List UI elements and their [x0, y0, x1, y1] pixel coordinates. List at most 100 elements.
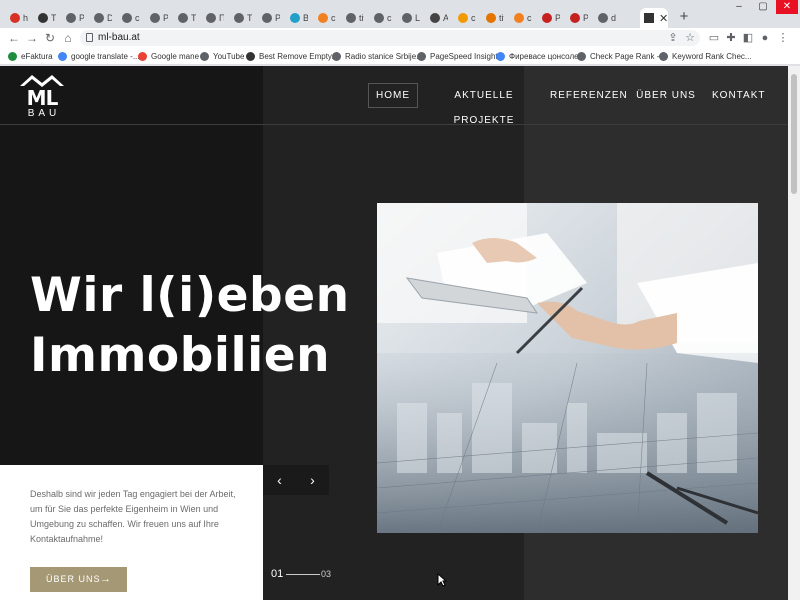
maximize-button[interactable]: ▢: [752, 0, 774, 14]
bookmark-item[interactable]: YouTube: [200, 50, 244, 63]
browser-tab[interactable]: de: [594, 8, 616, 28]
new-tab-button[interactable]: +: [676, 8, 692, 26]
intro-text: Deshalb sind wir jeden Tag engagiert bei…: [30, 489, 236, 544]
browser-tab-title: Pc: [275, 13, 280, 23]
browser-tab-title: cF: [387, 13, 392, 23]
browser-tab[interactable]: Pl: [566, 8, 588, 28]
bookmark-label: Radio stanice Srbije...: [345, 52, 423, 61]
bookmark-item[interactable]: Google mane: [138, 50, 199, 63]
browser-tab-title: TL: [247, 13, 252, 23]
browser-tab-title: Pi: [163, 13, 168, 23]
browser-tab[interactable]: Pi: [146, 8, 168, 28]
globe-icon: [66, 13, 76, 23]
scrollbar-thumb[interactable]: [791, 74, 797, 194]
browser-tab[interactable]: cF: [118, 8, 140, 28]
browser-tab[interactable]: cF: [510, 8, 532, 28]
globe-icon: [332, 52, 341, 61]
browser-tab[interactable]: Pc: [258, 8, 280, 28]
cloudflare-icon: [318, 13, 328, 23]
browser-tab[interactable]: Be: [286, 8, 308, 28]
globe-icon: [234, 13, 244, 23]
bookmark-item[interactable]: google translate -...: [58, 50, 139, 63]
slider-controls: ‹ ›: [263, 465, 329, 495]
address-bar[interactable]: ml-bau.at ⇪ ☆: [80, 30, 700, 46]
nav-home[interactable]: HOME: [368, 83, 418, 108]
nav-aktuelle-projekte[interactable]: AKTUELLE PROJEKTE: [430, 83, 538, 126]
browser-tab-title: Pl: [583, 13, 588, 23]
browser-tab-title: Tr: [51, 13, 56, 23]
browser-tab[interactable]: Tr: [34, 8, 56, 28]
extensions-icon[interactable]: ✚: [724, 31, 738, 45]
mouse-cursor-icon: [437, 573, 447, 587]
globe-icon: [150, 13, 160, 23]
browser-tab[interactable]: cF: [314, 8, 336, 28]
nav-kontakt[interactable]: KONTAKT: [712, 83, 764, 108]
bookmark-item[interactable]: Radio stanice Srbije...: [332, 50, 423, 63]
bookmark-item[interactable]: Фиревасе цонсоле: [496, 50, 579, 63]
share-icon[interactable]: ⇪: [666, 31, 680, 45]
slide-total: 03: [321, 569, 332, 579]
nav-referenzen[interactable]: REFERENZEN: [550, 83, 627, 108]
bookmarks-bar: eFaktura google translate -... Google mane…: [0, 48, 800, 65]
browser-tab[interactable]: tit: [342, 8, 364, 28]
close-tab-icon[interactable]: ✕: [659, 12, 668, 25]
browser-tab[interactable]: Пс: [202, 8, 224, 28]
bookmark-item[interactable]: Keyword Rank Chec...: [659, 50, 752, 63]
bookmark-label: Keyword Rank Chec...: [672, 52, 752, 61]
home-icon[interactable]: ⌂: [60, 30, 76, 46]
google-icon: [496, 52, 505, 61]
window-close-button[interactable]: ✕: [776, 0, 798, 14]
browser-tab-title: tit: [499, 13, 504, 23]
browser-tab[interactable]: TL: [230, 8, 252, 28]
cast-icon[interactable]: ▭: [707, 31, 721, 45]
globe-icon: [206, 13, 216, 23]
ml-logo-icon: [644, 13, 654, 23]
logo-text-ml: ML: [26, 86, 59, 110]
browser-tab[interactable]: Lo: [398, 8, 420, 28]
back-icon[interactable]: ←: [6, 30, 22, 46]
bookmark-star-icon[interactable]: ☆: [683, 31, 697, 45]
browser-tab[interactable]: Ar: [426, 8, 448, 28]
browser-tab-title: Pr: [79, 13, 84, 23]
address-url[interactable]: ml-bau.at: [98, 32, 140, 43]
browser-tab[interactable]: Pr: [62, 8, 84, 28]
bookmark-label: PageSpeed Insights: [430, 52, 502, 61]
forward-icon[interactable]: →: [24, 30, 40, 46]
bookmark-label: google translate -...: [71, 52, 140, 61]
browser-tab[interactable]: Pl: [538, 8, 560, 28]
browser-tab[interactable]: TL: [174, 8, 196, 28]
header-divider: [0, 124, 788, 125]
crown-icon: [486, 13, 496, 23]
bookmark-item[interactable]: eFaktura: [8, 50, 53, 63]
minimize-button[interactable]: –: [728, 0, 750, 14]
page-scrollbar[interactable]: [788, 66, 800, 600]
n-logo-icon: [290, 13, 300, 23]
browser-tab[interactable]: cF: [454, 8, 476, 28]
hero-headline: Wir l(i)eben Immobilien: [30, 266, 350, 386]
browser-tab[interactable]: ht: [6, 8, 28, 28]
slide-progress-line: [286, 574, 320, 575]
bookmark-item[interactable]: Check Page Rank -...: [577, 50, 666, 63]
browser-tab-title: Pl: [555, 13, 560, 23]
globe-icon: [200, 52, 209, 61]
menu-kebab-icon[interactable]: ⋮: [776, 31, 790, 45]
sidepanel-icon[interactable]: ◧: [741, 31, 755, 45]
browser-tab[interactable]: Dr: [90, 8, 112, 28]
bookmark-item[interactable]: PageSpeed Insights: [417, 50, 502, 63]
browser-tab-title: Пс: [219, 13, 224, 23]
browser-tab[interactable]: tit: [482, 8, 504, 28]
browser-tab-title: cF: [471, 13, 476, 23]
globe-icon: [402, 13, 412, 23]
slider-prev-icon[interactable]: ‹: [263, 465, 296, 495]
profile-avatar-icon[interactable]: ●: [758, 31, 772, 45]
ueber-uns-label: ÜBER UNS: [46, 574, 101, 584]
slider-next-icon[interactable]: ›: [296, 465, 329, 495]
site-logo[interactable]: ML BAU: [18, 72, 66, 120]
reload-icon[interactable]: ↻: [42, 30, 58, 46]
bookmark-item[interactable]: Best Remove Empty...: [246, 50, 338, 63]
browser-tab-title: ht: [23, 13, 28, 23]
nav-ueber-uns[interactable]: ÜBER UNS: [636, 83, 696, 108]
browser-tab-title: Be: [303, 13, 308, 23]
ueber-uns-button[interactable]: ÜBER UNS →: [30, 567, 127, 592]
browser-tab[interactable]: cF: [370, 8, 392, 28]
